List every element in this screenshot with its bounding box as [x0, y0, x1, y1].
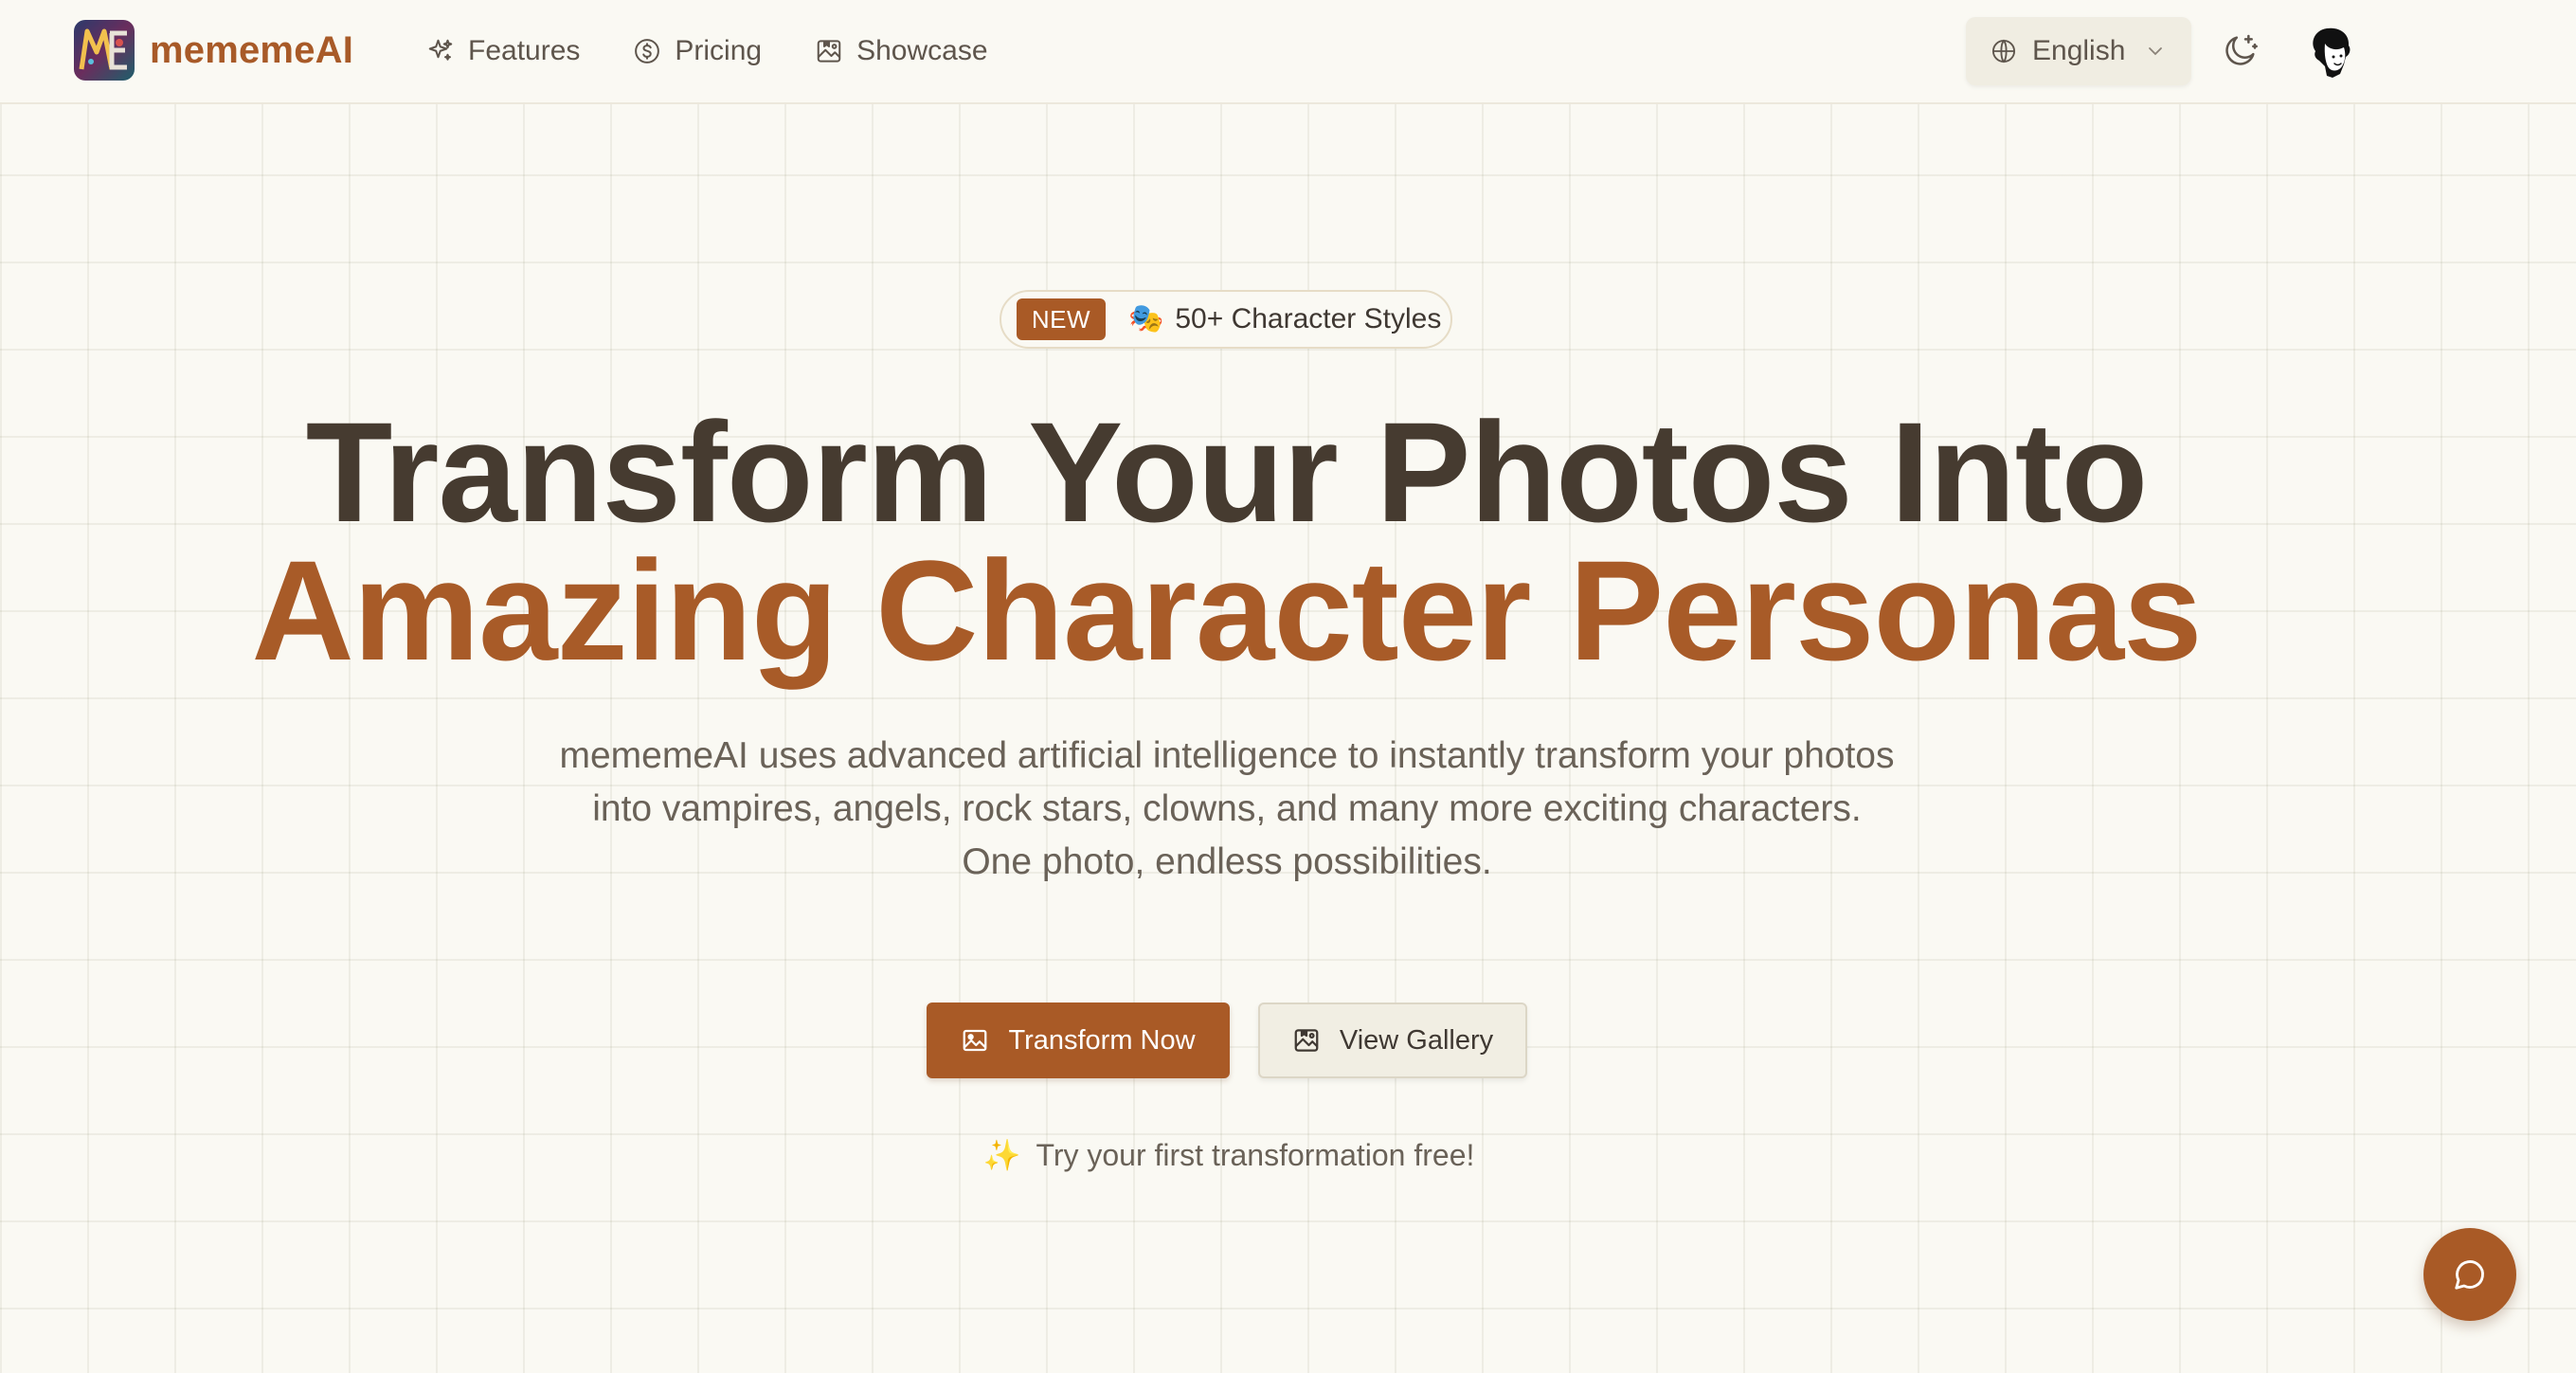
nav-pricing-link[interactable]: Pricing — [633, 35, 762, 67]
transform-now-label: Transform Now — [1008, 1024, 1196, 1056]
hero-headline-line1: Transform Your Photos Into — [305, 392, 2149, 551]
dollar-circle-icon — [635, 39, 660, 63]
top-navbar: mememeAI Features Pricing Showcase Engli… — [0, 0, 2576, 104]
user-avatar-button[interactable] — [2302, 23, 2359, 81]
theater-masks-icon: 🎭 — [1128, 303, 1164, 334]
language-selected-label: English — [2032, 35, 2126, 66]
chevron-down-icon — [2149, 47, 2163, 56]
sparkles-icon — [428, 39, 453, 61]
hero-description-main: mememeAI uses advanced artificial intell… — [559, 735, 1895, 829]
gallery-icon — [817, 40, 841, 63]
nav-features-label: Features — [468, 35, 581, 66]
language-selector[interactable]: English — [1966, 17, 2191, 85]
view-gallery-label: View Gallery — [1339, 1024, 1494, 1056]
mememe-logo-icon — [74, 20, 135, 81]
chat-bubble-icon — [2455, 1260, 2484, 1290]
nav-pricing-label: Pricing — [675, 35, 763, 66]
view-gallery-button[interactable]: View Gallery — [1258, 1003, 1527, 1078]
moon-sparkle-icon — [2225, 34, 2258, 65]
hero-description: mememeAI uses advanced artificial intell… — [531, 730, 1923, 889]
free-trial-note: ✨ Try your first transformation free! — [0, 1137, 2458, 1173]
transform-now-button[interactable]: Transform Now — [927, 1003, 1230, 1078]
new-feature-badge: NEW 🎭 50+ Character Styles — [1000, 290, 1452, 349]
brand-name: mememeAI — [150, 28, 354, 71]
new-tag: NEW — [1017, 298, 1106, 340]
brand-home-link[interactable]: mememeAI — [74, 20, 354, 81]
nav-features-link[interactable]: Features — [426, 35, 580, 67]
gallery-icon — [1294, 1029, 1319, 1052]
free-trial-text: Try your first transformation free! — [1036, 1138, 1475, 1172]
user-avatar-icon — [2313, 27, 2351, 79]
image-icon — [964, 1029, 987, 1052]
nav-showcase-link[interactable]: Showcase — [815, 35, 988, 67]
chat-support-button[interactable] — [2423, 1228, 2516, 1321]
hero-headline-line2: Amazing Character Personas — [251, 531, 2202, 690]
nav-showcase-label: Showcase — [856, 35, 988, 66]
sparkles-emoji-icon: ✨ — [982, 1138, 1021, 1172]
badge-text: 50+ Character Styles — [1175, 303, 1442, 334]
theme-toggle-button[interactable] — [2217, 27, 2264, 74]
main-nav: Features Pricing Showcase — [426, 27, 1041, 76]
hero-description-tagline: One photo, endless possibilities. — [962, 841, 1492, 882]
globe-icon — [1991, 39, 2016, 63]
